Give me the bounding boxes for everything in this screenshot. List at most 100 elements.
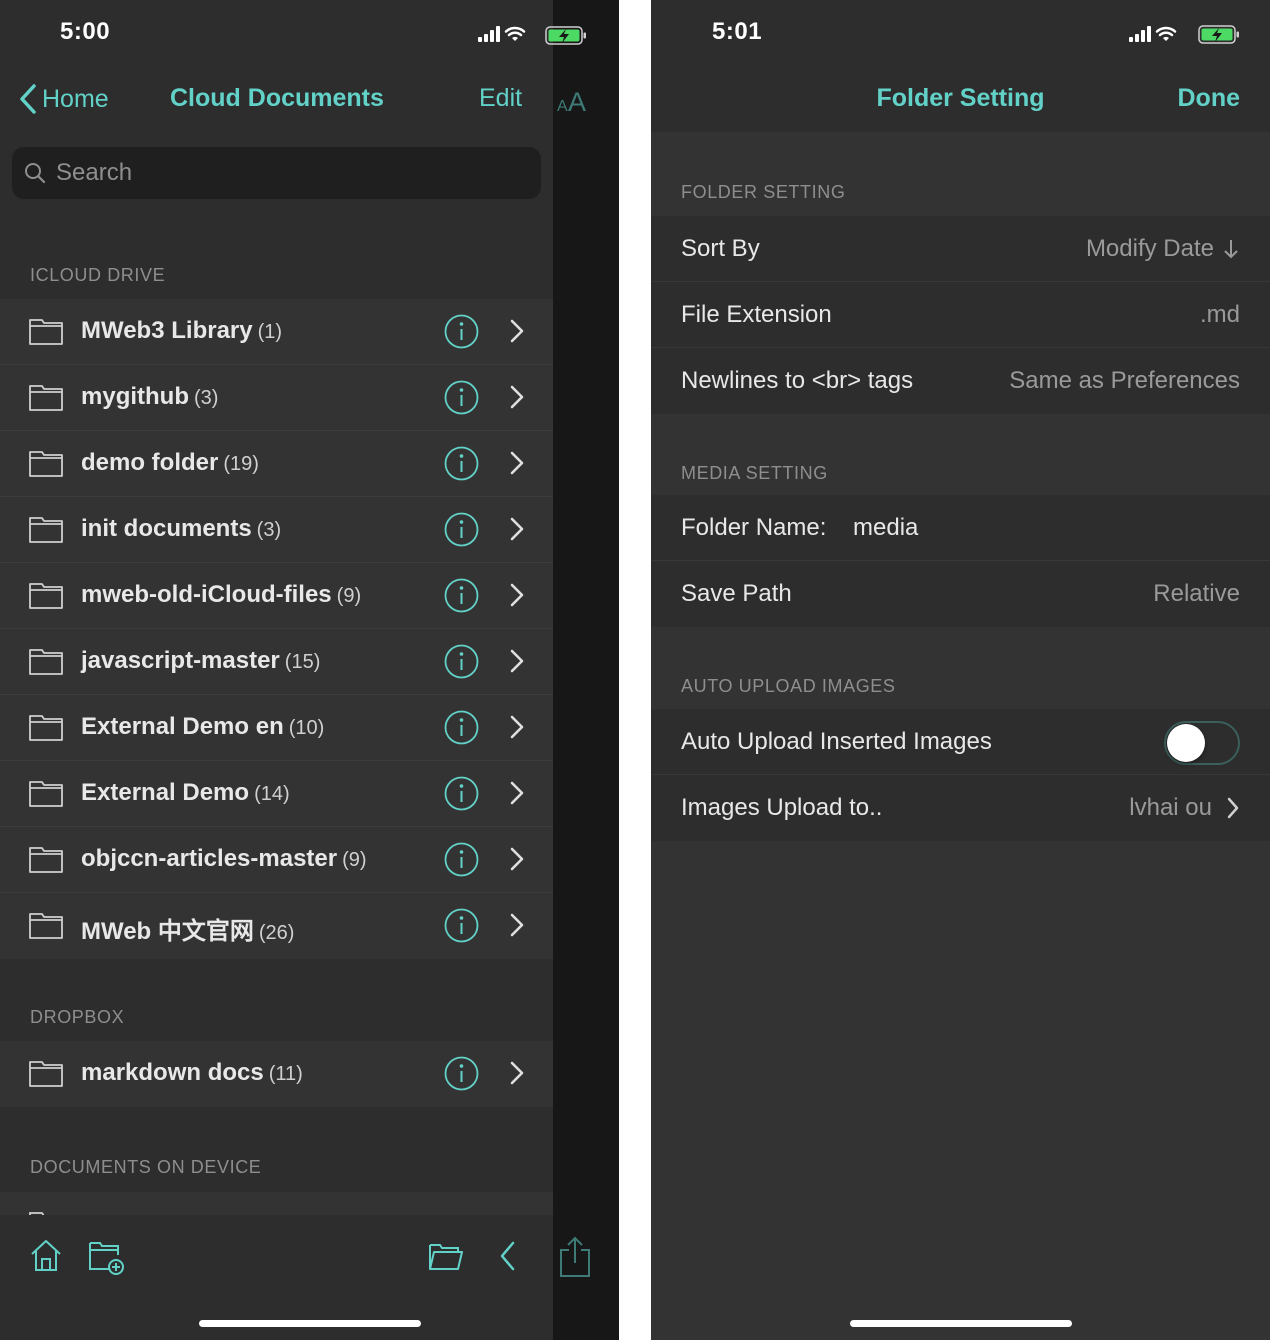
left-phone-screen: 5:00 Home Cloud Documents Edit Search IC… <box>0 0 619 1340</box>
text-size-icon[interactable]: AA <box>557 84 589 114</box>
list-item[interactable]: demo folder (19) <box>0 431 553 497</box>
file-extension-row[interactable]: File Extension .md <box>651 282 1270 348</box>
info-icon[interactable] <box>444 842 479 877</box>
folder-name: mygithub (3) <box>81 383 218 411</box>
auto-upload-row: Auto Upload Inserted Images <box>651 709 1270 775</box>
folder-name: javascript-master (15) <box>81 647 320 675</box>
sort-by-row[interactable]: Sort By Modify Date <box>651 216 1270 282</box>
list-item[interactable]: init documents (3) <box>0 497 553 563</box>
section-header-device: DOCUMENTS ON DEVICE <box>30 1157 262 1177</box>
list-item[interactable]: MWeb 中文官网 (26) <box>0 893 553 959</box>
folder-title: mweb-old-iCloud-files <box>81 581 332 608</box>
folder-icon <box>29 517 63 543</box>
status-bar: 5:01 <box>651 0 1270 64</box>
folder-name: External Demo en (10) <box>81 713 324 741</box>
folder-name-field[interactable]: media <box>853 514 918 542</box>
chevron-right-icon[interactable] <box>508 582 526 608</box>
info-icon[interactable] <box>444 644 479 679</box>
list-item[interactable]: objccn-articles-master (9) <box>0 827 553 893</box>
folder-count: (10) <box>288 717 325 739</box>
list-item[interactable]: mygithub (3) <box>0 365 553 431</box>
upload-to-label: Images Upload to.. <box>681 794 883 821</box>
folder-name: External Demo (14) <box>81 779 290 807</box>
info-icon[interactable] <box>444 710 479 745</box>
section-header-dropbox: DROPBOX <box>30 1007 125 1027</box>
folder-title: objccn-articles-master <box>81 845 338 872</box>
info-icon[interactable] <box>444 1056 479 1091</box>
folder-icon <box>29 451 63 477</box>
folder-settings-group: Sort By Modify Date File Extension .md N… <box>651 216 1270 414</box>
section-header-media-setting: MEDIA SETTING <box>681 463 828 483</box>
home-indicator <box>850 1320 1072 1327</box>
folder-name: objccn-articles-master (9) <box>81 845 367 873</box>
folder-count: (9) <box>342 849 367 871</box>
arrow-down-icon <box>1224 240 1238 259</box>
folder-count: (9) <box>336 585 362 607</box>
done-button[interactable]: Done <box>1178 84 1241 113</box>
chevron-right-icon[interactable] <box>508 384 526 410</box>
status-bar: 5:00 <box>0 0 553 64</box>
sort-by-label: Sort By <box>681 235 760 262</box>
chevron-right-icon[interactable] <box>508 648 526 674</box>
section-header-auto-upload: AUTO UPLOAD IMAGES <box>681 676 896 696</box>
folder-icon[interactable] <box>428 1241 464 1271</box>
list-item[interactable]: mweb-old-iCloud-files (9) <box>0 563 553 629</box>
status-time: 5:00 <box>60 18 111 45</box>
sort-by-value-wrap: Modify Date <box>1086 235 1240 263</box>
edit-button[interactable]: Edit <box>479 84 522 113</box>
folder-name-label: Folder Name: <box>681 514 827 541</box>
info-icon[interactable] <box>444 578 479 613</box>
chevron-right-icon[interactable] <box>508 714 526 740</box>
icloud-folder-list: MWeb3 Library (1) mygithub (3) demo folder (1… <box>0 299 553 959</box>
chevron-right-icon[interactable] <box>508 516 526 542</box>
back-chevron-icon[interactable] <box>498 1241 518 1271</box>
folder-count: (3) <box>194 387 219 409</box>
chevron-right-icon[interactable] <box>508 450 526 476</box>
upload-to-row[interactable]: Images Upload to.. lvhai ou <box>651 775 1270 841</box>
list-item[interactable]: External Demo (14) <box>0 761 553 827</box>
upload-to-value: lvhai ou <box>1129 794 1212 821</box>
list-item[interactable]: External Demo en (10) <box>0 695 553 761</box>
info-icon[interactable] <box>444 512 479 547</box>
folder-count: (19) <box>223 453 259 475</box>
share-icon[interactable] <box>559 1236 591 1278</box>
folder-title: MWeb3 Library <box>81 317 253 344</box>
info-icon[interactable] <box>444 446 479 481</box>
folder-icon <box>29 385 63 411</box>
info-icon[interactable] <box>444 776 479 811</box>
page-title: Cloud Documents <box>170 84 384 112</box>
chevron-right-icon[interactable] <box>508 846 526 872</box>
folder-count: (11) <box>268 1063 303 1085</box>
search-icon <box>25 163 46 184</box>
folder-title: mygithub <box>81 383 189 410</box>
list-item[interactable]: javascript-master (15) <box>0 629 553 695</box>
list-item[interactable]: markdown docs (11) <box>0 1041 553 1107</box>
back-button[interactable]: Home <box>18 82 109 116</box>
home-icon[interactable] <box>28 1237 64 1273</box>
back-button-label: Home <box>42 84 109 113</box>
chevron-right-icon[interactable] <box>508 1060 526 1086</box>
chevron-right-icon[interactable] <box>508 780 526 806</box>
folder-title: markdown docs <box>81 1059 264 1086</box>
folder-title: init documents <box>81 515 252 542</box>
info-icon[interactable] <box>444 380 479 415</box>
save-path-row[interactable]: Save Path Relative <box>651 561 1270 627</box>
folder-icon <box>29 913 63 939</box>
folder-count: (26) <box>258 922 295 944</box>
folder-icon <box>29 583 63 609</box>
folder-name-row[interactable]: Folder Name: media <box>651 495 1270 561</box>
list-item[interactable]: MWeb3 Library (1) <box>0 299 553 365</box>
search-input[interactable]: Search <box>12 147 541 199</box>
home-indicator <box>199 1320 421 1327</box>
media-settings-group: Folder Name: media Save Path Relative <box>651 495 1270 627</box>
chevron-right-icon[interactable] <box>508 318 526 344</box>
new-folder-icon[interactable] <box>88 1239 126 1275</box>
battery-icon <box>1198 25 1239 44</box>
toggle-knob <box>1167 724 1205 762</box>
newlines-row[interactable]: Newlines to <br> tags Same as Preference… <box>651 348 1270 414</box>
auto-upload-toggle[interactable] <box>1164 721 1240 765</box>
info-icon[interactable] <box>444 908 479 943</box>
chevron-right-icon[interactable] <box>508 912 526 938</box>
info-icon[interactable] <box>444 314 479 349</box>
file-extension-label: File Extension <box>681 301 832 328</box>
